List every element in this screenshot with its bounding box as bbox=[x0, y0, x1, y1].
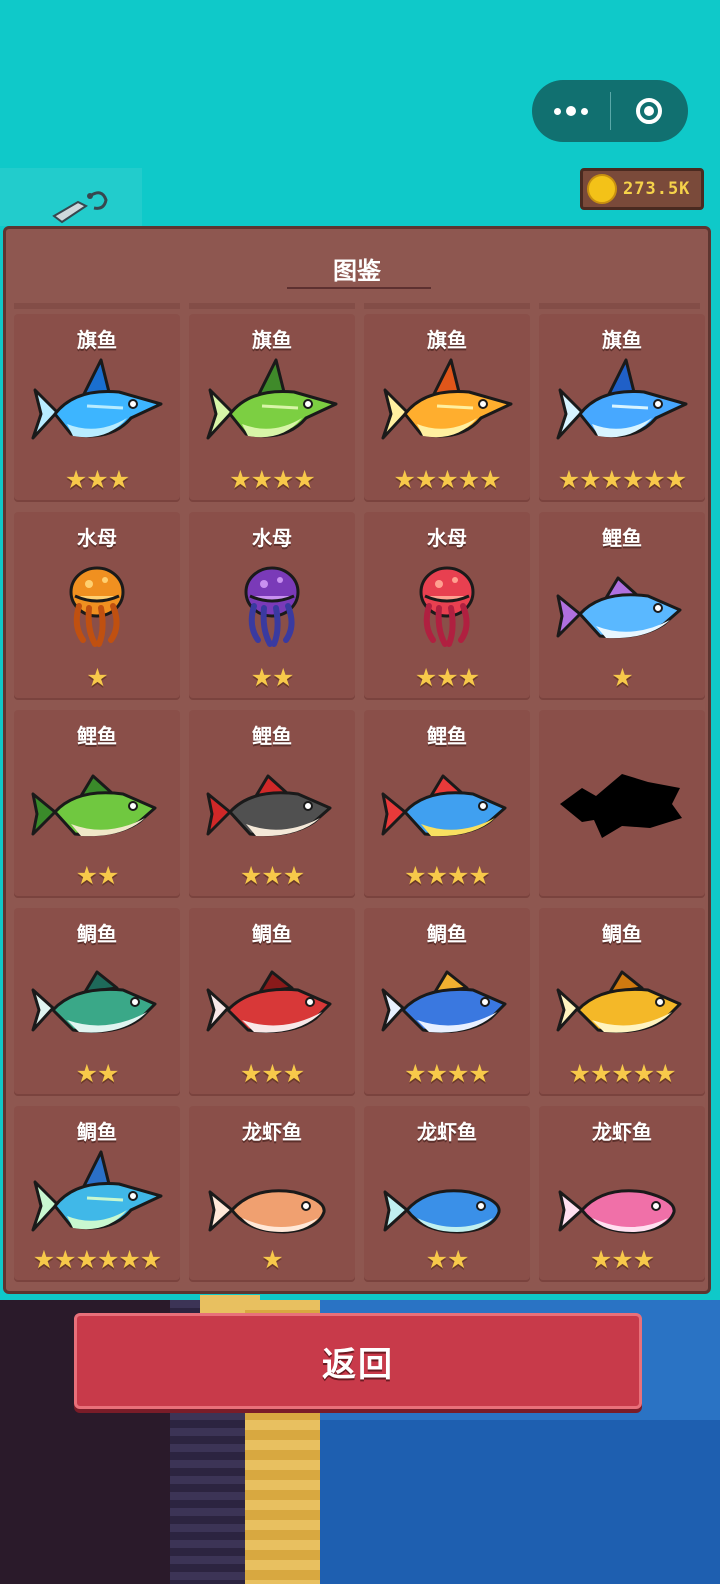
star-rating: ★★★★★ bbox=[393, 465, 501, 494]
collection-cell[interactable]: 水母 ★★★ bbox=[364, 512, 530, 700]
scrolled-row-edge bbox=[14, 303, 700, 309]
star-rating: ★★★★ bbox=[404, 1059, 491, 1088]
collection-panel: 图鉴 旗鱼 ★★★旗鱼 ★★★★旗鱼 ★★★★★旗鱼 ★★★★★★水母 bbox=[3, 226, 711, 1294]
fish-name: 鲤鱼 bbox=[252, 724, 292, 748]
title-underline bbox=[287, 287, 431, 289]
collection-cell[interactable]: 旗鱼 ★★★ bbox=[14, 314, 180, 502]
star-rating: ★★★ bbox=[589, 1245, 655, 1274]
collection-cell[interactable]: 鲤鱼 ★★★ bbox=[189, 710, 355, 898]
fishing-hook-icon bbox=[52, 191, 108, 224]
collection-cell[interactable]: 水母 ★★ bbox=[189, 512, 355, 700]
fish-name: 鲤鱼 bbox=[77, 724, 117, 748]
collection-cell[interactable]: 鲷鱼 ★★★ bbox=[189, 908, 355, 1096]
more-menu-button[interactable] bbox=[532, 80, 610, 142]
fish-name: 旗鱼 bbox=[602, 328, 642, 352]
star-rating: ★ bbox=[611, 663, 633, 692]
fish-sprite-icon bbox=[244, 566, 300, 647]
locked-fish-silhouette-icon bbox=[560, 774, 682, 838]
fish-sprite-icon bbox=[419, 566, 475, 647]
fish-name: 旗鱼 bbox=[427, 328, 467, 352]
fish-name: 旗鱼 bbox=[77, 328, 117, 352]
fish-sprite-icon bbox=[31, 358, 163, 440]
star-rating: ★★ bbox=[75, 1059, 120, 1088]
star-rating: ★★★ bbox=[239, 861, 305, 890]
star-rating: ★★ bbox=[425, 1245, 470, 1274]
star-rating: ★★ bbox=[75, 861, 120, 890]
collection-cell[interactable]: 鲷鱼 ★★★★★ bbox=[539, 908, 705, 1096]
collection-cell[interactable]: 龙虾鱼 ★★ bbox=[364, 1106, 530, 1282]
collection-cell-locked[interactable] bbox=[539, 710, 705, 898]
fish-sprite-icon bbox=[31, 970, 157, 1033]
fish-sprite-icon bbox=[556, 358, 688, 440]
collection-cell[interactable]: 水母 ★ bbox=[14, 512, 180, 700]
close-miniprogram-button[interactable] bbox=[611, 80, 689, 142]
fish-sprite-icon bbox=[381, 970, 507, 1033]
fish-sprite-icon bbox=[383, 1189, 501, 1234]
miniprogram-capsule bbox=[532, 80, 688, 142]
fish-sprite-icon bbox=[206, 358, 338, 440]
star-rating: ★★★★★★ bbox=[32, 1245, 162, 1274]
collection-cell[interactable]: 鲤鱼 ★ bbox=[539, 512, 705, 700]
fish-sprite-icon bbox=[208, 1189, 326, 1234]
fish-sprite-icon bbox=[381, 774, 507, 837]
fish-name: 龙虾鱼 bbox=[592, 1120, 652, 1144]
fish-name: 水母 bbox=[427, 526, 467, 550]
star-rating: ★★★★ bbox=[229, 465, 316, 494]
fish-sprite-icon bbox=[558, 1189, 676, 1234]
fish-name: 鲷鱼 bbox=[77, 1120, 117, 1144]
fish-name: 龙虾鱼 bbox=[242, 1120, 302, 1144]
fish-name: 水母 bbox=[252, 526, 292, 550]
star-rating: ★★★ bbox=[414, 663, 480, 692]
fish-sprite-icon bbox=[31, 1150, 163, 1232]
fish-name: 鲷鱼 bbox=[427, 922, 467, 946]
fish-sprite-icon bbox=[206, 774, 332, 837]
star-rating: ★★★★★ bbox=[568, 1059, 676, 1088]
fish-name: 鲷鱼 bbox=[602, 922, 642, 946]
target-circle-icon bbox=[636, 98, 663, 124]
coin-counter: 273.5K bbox=[580, 168, 704, 210]
fish-sprite-icon bbox=[206, 970, 332, 1033]
fish-name: 旗鱼 bbox=[252, 328, 292, 352]
panel-title: 图鉴 bbox=[333, 257, 381, 285]
fish-name: 鲤鱼 bbox=[602, 526, 642, 550]
back-button-label: 返回 bbox=[322, 1344, 394, 1385]
gold-coin-icon bbox=[587, 174, 617, 204]
star-rating: ★★ bbox=[250, 663, 295, 692]
fish-name: 水母 bbox=[77, 526, 117, 550]
star-rating: ★★★ bbox=[239, 1059, 305, 1088]
fish-sprite-icon bbox=[556, 576, 682, 639]
fish-sprite-icon bbox=[69, 566, 125, 647]
star-rating: ★ bbox=[86, 663, 108, 692]
fish-sprite-icon bbox=[381, 358, 513, 440]
collection-cell[interactable]: 旗鱼 ★★★★★ bbox=[364, 314, 530, 502]
fish-sprite-icon bbox=[31, 774, 157, 837]
fish-sprite-icon bbox=[556, 970, 682, 1033]
fish-name: 龙虾鱼 bbox=[417, 1120, 477, 1144]
star-rating: ★★★ bbox=[64, 465, 130, 494]
back-button[interactable]: 返回 bbox=[74, 1313, 642, 1409]
collection-cell[interactable]: 旗鱼 ★★★★ bbox=[189, 314, 355, 502]
collection-cell[interactable]: 鲷鱼 ★★★★ bbox=[364, 908, 530, 1096]
collection-cell[interactable]: 龙虾鱼 ★★★ bbox=[539, 1106, 705, 1282]
collection-cell[interactable]: 鲷鱼 ★★ bbox=[14, 908, 180, 1096]
fish-name: 鲤鱼 bbox=[427, 724, 467, 748]
collection-cell[interactable]: 旗鱼 ★★★★★★ bbox=[539, 314, 705, 502]
fish-name: 鲷鱼 bbox=[252, 922, 292, 946]
fish-name: 鲷鱼 bbox=[77, 922, 117, 946]
collection-cell[interactable]: 鲤鱼 ★★★★ bbox=[364, 710, 530, 898]
collection-cell[interactable]: 鲤鱼 ★★ bbox=[14, 710, 180, 898]
collection-cell[interactable]: 龙虾鱼 ★ bbox=[189, 1106, 355, 1282]
coin-amount: 273.5K bbox=[623, 179, 691, 199]
more-dots-icon bbox=[553, 106, 588, 116]
star-rating: ★ bbox=[261, 1245, 283, 1274]
star-rating: ★★★★ bbox=[404, 861, 491, 890]
collection-cell[interactable]: 鲷鱼 ★★★★★★ bbox=[14, 1106, 180, 1282]
star-rating: ★★★★★★ bbox=[557, 465, 687, 494]
